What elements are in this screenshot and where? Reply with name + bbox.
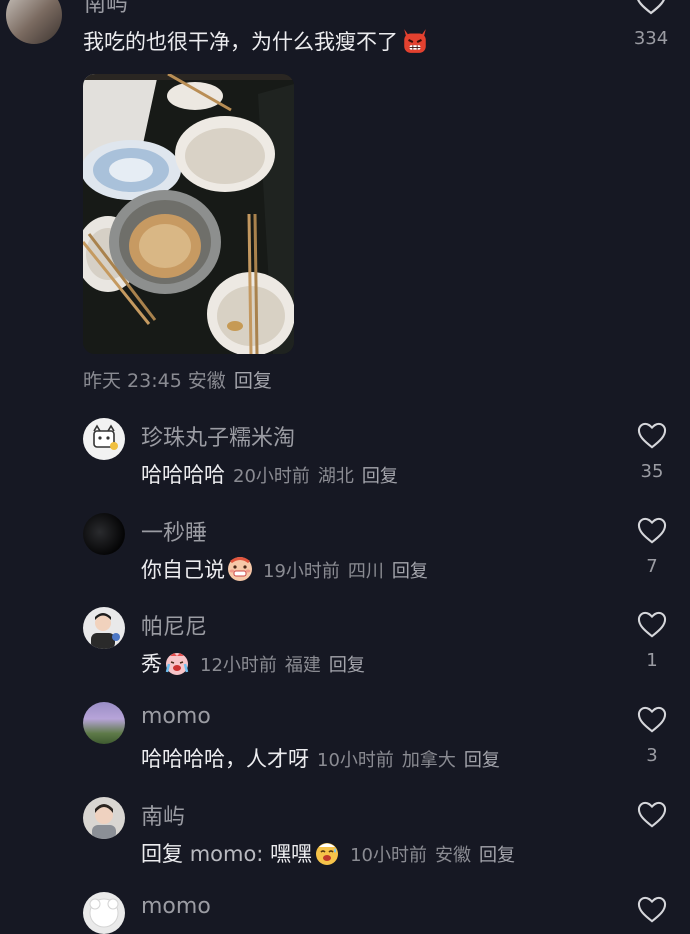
reply-content: 秀 12小时前 福建 回复 xyxy=(141,648,365,678)
reply-author[interactable]: 南屿 xyxy=(141,799,185,831)
comment-body: 我吃的也很干净，为什么我瘦不了 xyxy=(83,30,398,54)
reply-target[interactable]: momo: xyxy=(190,842,264,866)
heart-outline-icon[interactable] xyxy=(636,422,668,450)
comment-author[interactable]: 南屿 xyxy=(84,0,128,18)
avatar[interactable] xyxy=(6,0,62,44)
comment-location: 安徽 xyxy=(187,370,226,392)
reply-text: 秀 xyxy=(141,648,192,678)
comment-text: 我吃的也很干净，为什么我瘦不了 xyxy=(83,26,432,56)
reply-prefix: 回复 xyxy=(141,842,183,866)
avatar[interactable] xyxy=(83,418,125,460)
heart-outline-icon[interactable] xyxy=(636,801,668,829)
avatar[interactable] xyxy=(83,607,125,649)
reply-author[interactable]: momo xyxy=(141,894,211,919)
like-count: 7 xyxy=(646,556,658,577)
reply-text-body: 你自己说 xyxy=(141,558,225,582)
reply-button[interactable]: 回复 xyxy=(234,366,272,393)
reply-time: 20小时前 xyxy=(233,466,310,487)
reply-author[interactable]: 一秒睡 xyxy=(141,515,207,547)
like-count: 3 xyxy=(646,745,658,766)
sweat-smile-emoji xyxy=(316,843,339,865)
reply-author[interactable]: 珍珠丸子糯米淘 xyxy=(141,420,295,452)
reply-location: 湖北 xyxy=(317,466,354,487)
heart-outline-icon[interactable] xyxy=(634,0,668,16)
reply-time: 10小时前 xyxy=(317,750,394,771)
reply-time: 12小时前 xyxy=(200,655,277,676)
devil-emoji xyxy=(404,29,426,53)
food-photo xyxy=(83,74,294,354)
comment-image[interactable] xyxy=(83,74,294,354)
cartoon-avatar-icon xyxy=(93,424,118,450)
heart-outline-icon[interactable] xyxy=(636,611,668,639)
sheep-avatar-icon xyxy=(89,898,119,928)
person-avatar-icon xyxy=(91,613,120,649)
reply-text-body: 秀 xyxy=(141,652,162,676)
reply-location: 安徽 xyxy=(434,845,471,866)
reply-time: 10小时前 xyxy=(350,845,427,866)
person-avatar-icon xyxy=(92,804,116,839)
reply-text: 哈哈哈哈，人才呀 xyxy=(141,747,309,771)
reply-button[interactable]: 回复 xyxy=(392,557,428,583)
reply-text: 你自己说 xyxy=(141,554,255,584)
reply-content: 哈哈哈哈 20小时前 湖北 回复 xyxy=(141,459,398,489)
crying-emoji xyxy=(165,653,189,675)
reply-content: 哈哈哈哈，人才呀 10小时前 加拿大 回复 xyxy=(141,743,500,773)
reply-location: 加拿大 xyxy=(401,750,456,771)
reply-author[interactable]: momo xyxy=(141,704,211,729)
reply-button[interactable]: 回复 xyxy=(464,746,500,772)
heart-outline-icon[interactable] xyxy=(636,517,668,545)
grimace-emoji xyxy=(228,557,252,581)
reply-content: 回复 momo: 嘿嘿 10小时前 安徽 回复 xyxy=(141,838,515,868)
reply-button[interactable]: 回复 xyxy=(362,462,398,488)
heart-outline-icon[interactable] xyxy=(636,706,668,734)
comment-meta: 昨天 23:45 安徽 回复 xyxy=(83,366,272,393)
reply-content: 你自己说 19小时前 四川 回复 xyxy=(141,554,428,584)
reply-text-body: 嘿嘿 xyxy=(270,842,313,866)
avatar[interactable] xyxy=(83,797,125,839)
reply-location: 四川 xyxy=(347,561,384,582)
avatar[interactable] xyxy=(83,513,125,555)
comment-time: 昨天 23:45 xyxy=(83,370,182,392)
reply-author[interactable]: 帕尼尼 xyxy=(141,609,207,641)
reply-time: 19小时前 xyxy=(263,561,340,582)
reply-button[interactable]: 回复 xyxy=(479,841,515,867)
like-count: 35 xyxy=(640,461,664,482)
reply-text: 哈哈哈哈 xyxy=(141,463,225,487)
like-count: 1 xyxy=(646,650,658,671)
reply-location: 福建 xyxy=(284,655,321,676)
reply-button[interactable]: 回复 xyxy=(329,651,365,677)
avatar[interactable] xyxy=(83,702,125,744)
like-count: 334 xyxy=(633,28,669,49)
avatar[interactable] xyxy=(83,892,125,934)
reply-text: 回复 momo: 嘿嘿 xyxy=(141,838,342,868)
